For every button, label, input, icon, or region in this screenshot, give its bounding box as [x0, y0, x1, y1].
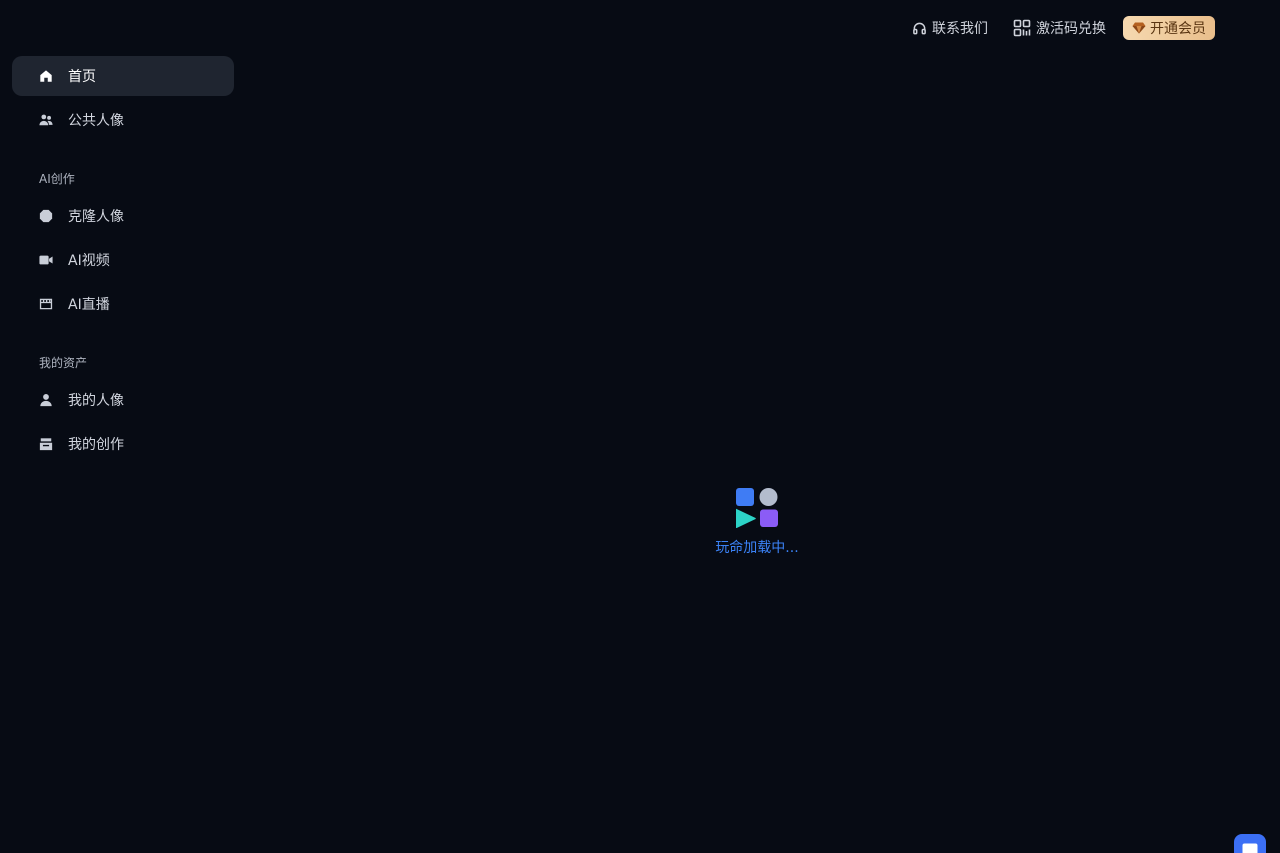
sidebar: 首页 公共人像 AI创作 克隆人像 AI视频 AI直播 我的资产 我的人像 我的…: [0, 0, 246, 853]
users-icon: [39, 113, 53, 127]
inbox-icon: [39, 437, 53, 451]
sidebar-item-label: AI直播: [68, 297, 110, 313]
sidebar-item-label: 克隆人像: [68, 209, 124, 225]
live-icon: [39, 297, 53, 311]
sidebar-item-ai-live[interactable]: AI直播: [12, 284, 234, 324]
home-icon: [39, 69, 53, 83]
headset-icon: [913, 22, 926, 34]
app-logo-icon: [735, 488, 778, 529]
redeem-code-label: 激活码兑换: [1036, 21, 1106, 37]
app-root: 首页 公共人像 AI创作 克隆人像 AI视频 AI直播 我的资产 我的人像 我的…: [0, 0, 1280, 853]
sidebar-item-label: 首页: [68, 69, 96, 85]
redeem-code-link[interactable]: 激活码兑换: [1013, 17, 1106, 39]
sidebar-item-label: 我的创作: [68, 437, 124, 453]
sidebar-item-public-portraits[interactable]: 公共人像: [12, 100, 234, 140]
sidebar-item-label: 公共人像: [68, 113, 124, 129]
section-label-assets: 我的资产: [39, 356, 88, 370]
video-camera-icon: [39, 253, 53, 267]
sidebar-item-label: AI视频: [68, 253, 110, 269]
loading-text: 玩命加载中...: [715, 540, 799, 556]
contact-us-link[interactable]: 联系我们: [912, 17, 988, 39]
diamond-icon: [1132, 22, 1146, 34]
sidebar-item-clone-portrait[interactable]: 克隆人像: [12, 196, 234, 236]
sidebar-item-my-creations[interactable]: 我的创作: [12, 424, 234, 464]
sidebar-item-ai-video[interactable]: AI视频: [12, 240, 234, 280]
vip-membership-button[interactable]: 开通会员: [1123, 16, 1215, 40]
section-label-ai: AI创作: [39, 172, 75, 186]
clone-icon: [39, 209, 53, 223]
sidebar-item-label: 我的人像: [68, 393, 124, 409]
chat-float-button[interactable]: [1234, 834, 1266, 853]
sidebar-item-home[interactable]: 首页: [12, 56, 234, 96]
qr-code-icon: [1013, 19, 1031, 37]
loading-logo: [735, 488, 778, 529]
chat-icon: [1242, 843, 1258, 853]
contact-us-label: 联系我们: [932, 21, 988, 37]
sidebar-item-my-portraits[interactable]: 我的人像: [12, 380, 234, 420]
vip-membership-label: 开通会员: [1150, 21, 1206, 37]
user-icon: [39, 393, 53, 407]
